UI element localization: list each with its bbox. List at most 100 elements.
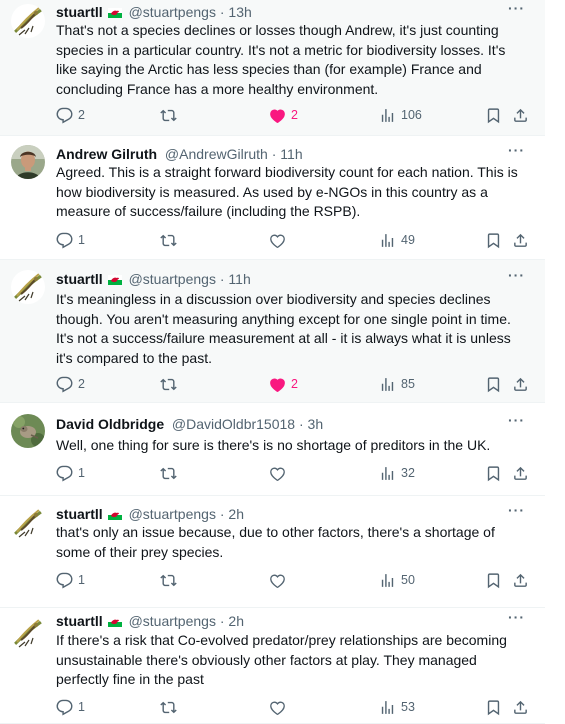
repost-button[interactable]	[160, 230, 182, 250]
post-text: Agreed. This is a straight forward biodi…	[56, 164, 518, 219]
author-handle[interactable]: @stuartpengs	[129, 506, 216, 522]
reply-count: 2	[78, 377, 85, 391]
share-button[interactable]	[512, 230, 529, 250]
like-button[interactable]	[269, 570, 291, 590]
views-chart-icon	[381, 573, 394, 587]
post-p5[interactable]: stuartll @stuartpengs · 2h ··· that's on…	[0, 496, 545, 608]
bookmark-button[interactable]	[485, 463, 502, 483]
welsh-flag-icon	[107, 8, 122, 18]
post-p6[interactable]: stuartll @stuartpengs · 2h ··· If there'…	[0, 608, 545, 724]
author-name[interactable]: Andrew Gilruth	[56, 146, 157, 162]
share-button[interactable]	[512, 570, 529, 590]
welsh-flag-icon	[107, 275, 122, 285]
author-name[interactable]: stuartll	[56, 4, 103, 20]
like-count: 2	[291, 377, 298, 391]
view-count: 85	[401, 377, 415, 391]
share-icon	[514, 466, 527, 480]
repost-icon	[160, 574, 177, 586]
action-bar: 2 2 106	[56, 105, 536, 125]
more-options-icon[interactable]: ···	[508, 0, 525, 17]
like-button[interactable]	[269, 230, 291, 250]
repost-button[interactable]	[160, 570, 182, 590]
bookmark-button[interactable]	[485, 230, 502, 250]
like-button[interactable]	[269, 697, 291, 717]
bookmark-button[interactable]	[485, 105, 502, 125]
avatar-bird-nature[interactable]	[11, 414, 45, 448]
author-name[interactable]: stuartll	[56, 271, 103, 287]
separator-dot: ·	[219, 506, 225, 522]
more-options-icon[interactable]: ···	[508, 266, 525, 284]
more-options-icon[interactable]: ···	[508, 141, 525, 159]
reply-button[interactable]: 1	[56, 697, 85, 717]
views-chart-icon	[381, 466, 394, 480]
bookmark-icon	[487, 376, 500, 392]
more-options-icon[interactable]: ···	[508, 501, 525, 519]
more-options-icon[interactable]: ···	[508, 411, 525, 429]
post-time[interactable]: 11h	[280, 146, 302, 162]
bookmark-icon	[487, 699, 500, 715]
views-button[interactable]: 50	[379, 570, 415, 590]
avatar-fly-lure[interactable]	[11, 506, 45, 540]
repost-button[interactable]	[160, 697, 182, 717]
like-button[interactable]: 2	[269, 374, 298, 394]
share-button[interactable]	[512, 463, 529, 483]
views-button[interactable]: 106	[379, 105, 422, 125]
author-name[interactable]: David Oldbridge	[56, 416, 164, 432]
bookmark-icon	[487, 232, 500, 248]
repost-button[interactable]	[160, 105, 182, 125]
reply-button[interactable]: 2	[56, 374, 85, 394]
heart-icon	[270, 109, 285, 123]
views-button[interactable]: 32	[379, 463, 415, 483]
author-handle[interactable]: @stuartpengs	[129, 613, 216, 629]
reply-button[interactable]: 2	[56, 105, 85, 125]
more-options-icon[interactable]: ···	[508, 608, 525, 626]
reply-button[interactable]: 1	[56, 230, 85, 250]
author-name[interactable]: stuartll	[56, 506, 103, 522]
post-time[interactable]: 2h	[228, 613, 244, 629]
share-icon	[514, 700, 527, 714]
author-handle[interactable]: @AndrewGilruth	[165, 146, 268, 162]
reply-icon	[56, 572, 73, 588]
share-button[interactable]	[512, 697, 529, 717]
post-p4[interactable]: David Oldbridge @DavidOldbr15018 · 3h ··…	[0, 403, 545, 496]
share-button[interactable]	[512, 374, 529, 394]
avatar-fly-lure[interactable]	[11, 4, 45, 38]
reply-button[interactable]: 1	[56, 570, 85, 590]
views-button[interactable]: 49	[379, 230, 415, 250]
reply-count: 1	[78, 700, 85, 714]
post-time[interactable]: 3h	[308, 416, 324, 432]
repost-button[interactable]	[160, 463, 182, 483]
author-handle[interactable]: @stuartpengs	[129, 4, 216, 20]
author-name[interactable]: stuartll	[56, 613, 103, 629]
like-button[interactable]	[269, 463, 291, 483]
views-button[interactable]: 53	[379, 697, 415, 717]
reply-count: 1	[78, 466, 85, 480]
post-time[interactable]: 11h	[228, 271, 250, 287]
post-time[interactable]: 2h	[228, 506, 244, 522]
post-time[interactable]: 13h	[228, 4, 251, 20]
bookmark-button[interactable]	[485, 697, 502, 717]
action-bar: 2 2 85	[56, 374, 536, 394]
repost-button[interactable]	[160, 374, 182, 394]
views-button[interactable]: 85	[379, 374, 415, 394]
bookmark-button[interactable]	[485, 374, 502, 394]
like-button[interactable]: 2	[269, 105, 298, 125]
post-p3[interactable]: stuartll @stuartpengs · 11h ··· It's mea…	[0, 260, 545, 403]
bookmark-button[interactable]	[485, 570, 502, 590]
reply-button[interactable]: 1	[56, 463, 85, 483]
scrollbar-track[interactable]	[545, 0, 565, 724]
avatar-fly-lure[interactable]	[11, 616, 45, 650]
post-p2[interactable]: Andrew Gilruth @AndrewGilruth · 11h ··· …	[0, 136, 545, 260]
avatar-fly-lure[interactable]	[11, 270, 45, 304]
post-p1[interactable]: stuartll @stuartpengs · 13h ··· That's n…	[0, 0, 545, 136]
separator-dot: ·	[219, 4, 225, 20]
share-button[interactable]	[512, 105, 529, 125]
avatar-man-portrait[interactable]	[11, 145, 45, 179]
separator-dot: ·	[219, 271, 225, 287]
view-count: 53	[401, 700, 415, 714]
view-count: 49	[401, 233, 415, 247]
views-chart-icon	[381, 700, 394, 714]
author-handle[interactable]: @DavidOldbr15018	[172, 416, 295, 432]
views-chart-icon	[381, 108, 394, 122]
author-handle[interactable]: @stuartpengs	[129, 271, 216, 287]
